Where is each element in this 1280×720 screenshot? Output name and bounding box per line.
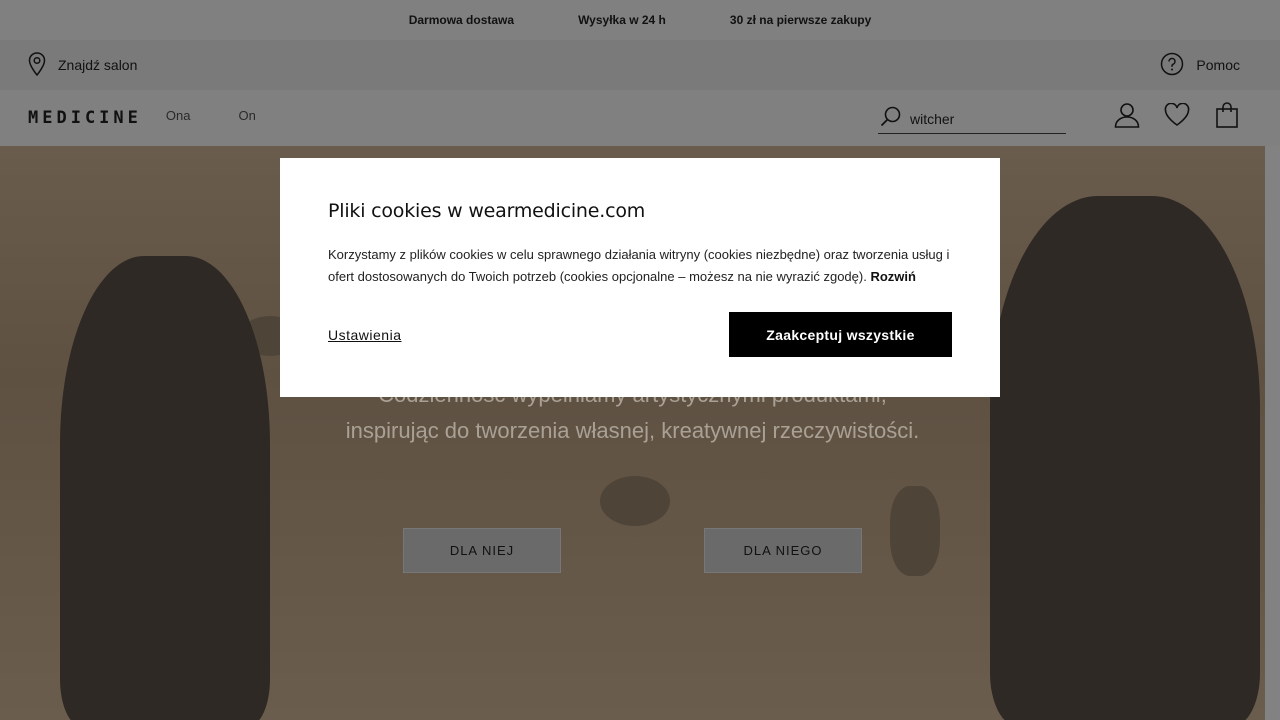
main-nav: MEDICINE Ona On [0,90,1280,146]
for-her-button[interactable]: DLA NIEJ [403,528,561,573]
promo-free-delivery: Darmowa dostawa [408,13,515,27]
nav-icons [1112,100,1242,130]
help-link[interactable]: Pomoc [1160,52,1240,79]
hero-rock [600,476,670,526]
cookie-actions: Ustawienia Zaakceptuj wszystkie [328,312,952,357]
cookie-description: Korzystamy z plików cookies w celu spraw… [328,244,952,288]
heart-icon[interactable] [1162,100,1192,130]
search-input[interactable] [910,110,1060,127]
find-store-link[interactable]: Znajdź salon [28,51,138,79]
utility-bar: Znajdź salon Pomoc [0,40,1280,90]
cookie-text: Korzystamy z plików cookies w celu spraw… [328,247,950,284]
map-pin-icon [28,51,46,79]
promo-shipping: Wysyłka w 24 h [578,13,666,27]
help-label: Pomoc [1196,57,1240,73]
bag-icon[interactable] [1212,100,1242,130]
find-store-label: Znajdź salon [58,57,138,73]
search-bar[interactable] [878,104,1066,134]
for-him-button[interactable]: DLA NIEGO [704,528,862,573]
search-icon[interactable] [880,105,902,132]
cookie-consent-dialog: Pliki cookies w wearmedicine.com Korzyst… [280,158,1000,397]
promo-discount: 30 zł na pierwsze zakupy [729,13,872,27]
scrollbar[interactable] [1265,146,1280,720]
hero-text-line2: inspirując do tworzenia własnej, kreatyw… [345,418,920,443]
accept-all-button[interactable]: Zaakceptuj wszystkie [729,312,952,357]
nav-link-ona[interactable]: Ona [166,108,191,123]
question-circle-icon [1160,52,1184,79]
hero-model-man [990,196,1260,720]
user-icon[interactable] [1112,100,1142,130]
promo-bar: Darmowa dostawa Wysyłka w 24 h 30 zł na … [0,0,1280,40]
cookie-title: Pliki cookies w wearmedicine.com [328,200,646,222]
nav-link-on[interactable]: On [238,108,255,123]
hero-rock [890,486,940,576]
cookie-expand-link[interactable]: Rozwiń [870,269,916,284]
logo[interactable]: MEDICINE [28,108,142,128]
cookie-settings-link[interactable]: Ustawienia [328,327,401,343]
hero-model-woman [60,256,270,720]
